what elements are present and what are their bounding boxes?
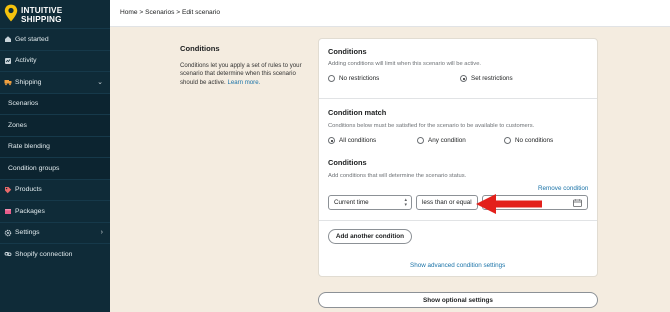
radio-indicator — [417, 137, 424, 144]
activity-icon — [4, 57, 12, 65]
sidebar-item-shopify-connection[interactable]: Shopify connection — [0, 243, 110, 265]
sidebar-item-label: Activity — [15, 57, 37, 65]
sidebar-item-label: Shopify connection — [15, 250, 73, 258]
section-heading: Conditions — [180, 44, 220, 53]
brand-logo[interactable]: INTUITIVE SHIPPING — [4, 3, 108, 27]
sidebar-item-label: Packages — [15, 207, 45, 215]
sidebar-item-label: Shipping — [15, 78, 42, 86]
divider — [319, 220, 597, 221]
sidebar-item-label: Products — [15, 186, 42, 194]
radio-indicator — [328, 75, 335, 82]
radio-any-condition[interactable]: Any condition — [417, 137, 466, 144]
sidebar-item-shipping[interactable]: Shipping ⌄ — [0, 71, 110, 93]
condition-operator-select[interactable]: less than or equal — [416, 195, 478, 210]
sidebar-item-rate-blending[interactable]: Rate blending — [0, 135, 110, 157]
radio-label: Any condition — [428, 137, 466, 144]
select-value: less than or equal — [422, 199, 472, 206]
sidebar-item-condition-groups[interactable]: Condition groups — [0, 157, 110, 179]
radio-no-restrictions[interactable]: No restrictions — [328, 75, 379, 82]
radio-all-conditions[interactable]: All conditions — [328, 137, 376, 144]
conditions-list-help: Add conditions that will determine the s… — [328, 173, 467, 179]
show-optional-settings-button[interactable]: Show optional settings — [318, 292, 598, 308]
divider — [319, 98, 597, 99]
chevron-down-icon: ⌄ — [97, 79, 103, 86]
radio-label: No restrictions — [339, 75, 380, 82]
sidebar-item-label: Zones — [8, 121, 27, 129]
link-icon — [4, 250, 12, 258]
chevron-right-icon: › — [100, 228, 103, 236]
red-arrow-annotation — [476, 194, 542, 214]
calendar-icon — [573, 199, 582, 207]
sidebar-item-label: Scenarios — [8, 100, 39, 108]
condition-match-help: Conditions below must be satisfied for t… — [328, 123, 535, 129]
top-bar: Home > Scenarios > Edit scenario — [110, 0, 670, 27]
radio-label: Set restrictions — [471, 75, 513, 82]
package-icon — [4, 207, 12, 215]
condition-field-select[interactable]: Current time ▴ ▾ — [328, 195, 412, 210]
show-advanced-settings-link[interactable]: Show advanced condition settings — [410, 262, 505, 269]
sidebar: INTUITIVE SHIPPING Get started Activity … — [0, 0, 110, 312]
conditions-description: Conditions Conditions let you apply a se… — [180, 44, 310, 87]
add-another-condition-button[interactable]: Add another condition — [328, 229, 412, 244]
sidebar-item-label: Get started — [15, 35, 49, 43]
radio-indicator — [504, 137, 511, 144]
gear-icon — [4, 229, 12, 237]
remove-condition-link[interactable]: Remove condition — [538, 185, 588, 192]
radio-no-conditions[interactable]: No conditions — [504, 137, 553, 144]
breadcrumb[interactable]: Home > Scenarios > Edit scenario — [120, 9, 220, 16]
select-caret-icon: ▴ ▾ — [404, 197, 407, 208]
radio-label: All conditions — [339, 137, 377, 144]
conditions-card: Conditions Adding conditions will limit … — [318, 38, 598, 277]
radio-indicator-selected — [460, 75, 467, 82]
brand-name-line2: SHIPPING — [21, 15, 62, 24]
sidebar-item-label: Rate blending — [8, 143, 50, 151]
sidebar-item-settings[interactable]: Settings › — [0, 221, 110, 244]
sidebar-item-activity[interactable]: Activity — [0, 49, 110, 72]
home-icon — [4, 35, 12, 43]
learn-more-link[interactable]: Learn more. — [227, 79, 260, 86]
sidebar-item-zones[interactable]: Zones — [0, 114, 110, 136]
truck-icon — [4, 78, 12, 86]
sidebar-nav: Get started Activity Shipping ⌄ Scenario… — [0, 28, 110, 265]
radio-indicator-selected — [328, 137, 335, 144]
sidebar-item-label: Condition groups — [8, 164, 60, 172]
sidebar-item-scenarios[interactable]: Scenarios — [0, 92, 110, 114]
tag-icon — [4, 186, 12, 194]
conditions-help: Adding conditions will limit when this s… — [328, 61, 482, 67]
conditions-title: Conditions — [328, 47, 367, 56]
sidebar-item-packages[interactable]: Packages — [0, 200, 110, 222]
select-value: Current time — [334, 199, 369, 206]
brand-name-line1: INTUITIVE — [21, 6, 63, 15]
radio-label: No conditions — [515, 137, 554, 144]
sidebar-item-products[interactable]: Products — [0, 178, 110, 201]
conditions-list-title: Conditions — [328, 158, 367, 167]
location-pin-icon — [4, 4, 18, 22]
radio-set-restrictions[interactable]: Set restrictions — [460, 75, 513, 82]
sidebar-item-get-started[interactable]: Get started — [0, 28, 110, 50]
description-text: Conditions let you apply a set of rules … — [180, 62, 310, 87]
condition-match-title: Condition match — [328, 108, 387, 117]
sidebar-item-label: Settings — [15, 229, 40, 237]
